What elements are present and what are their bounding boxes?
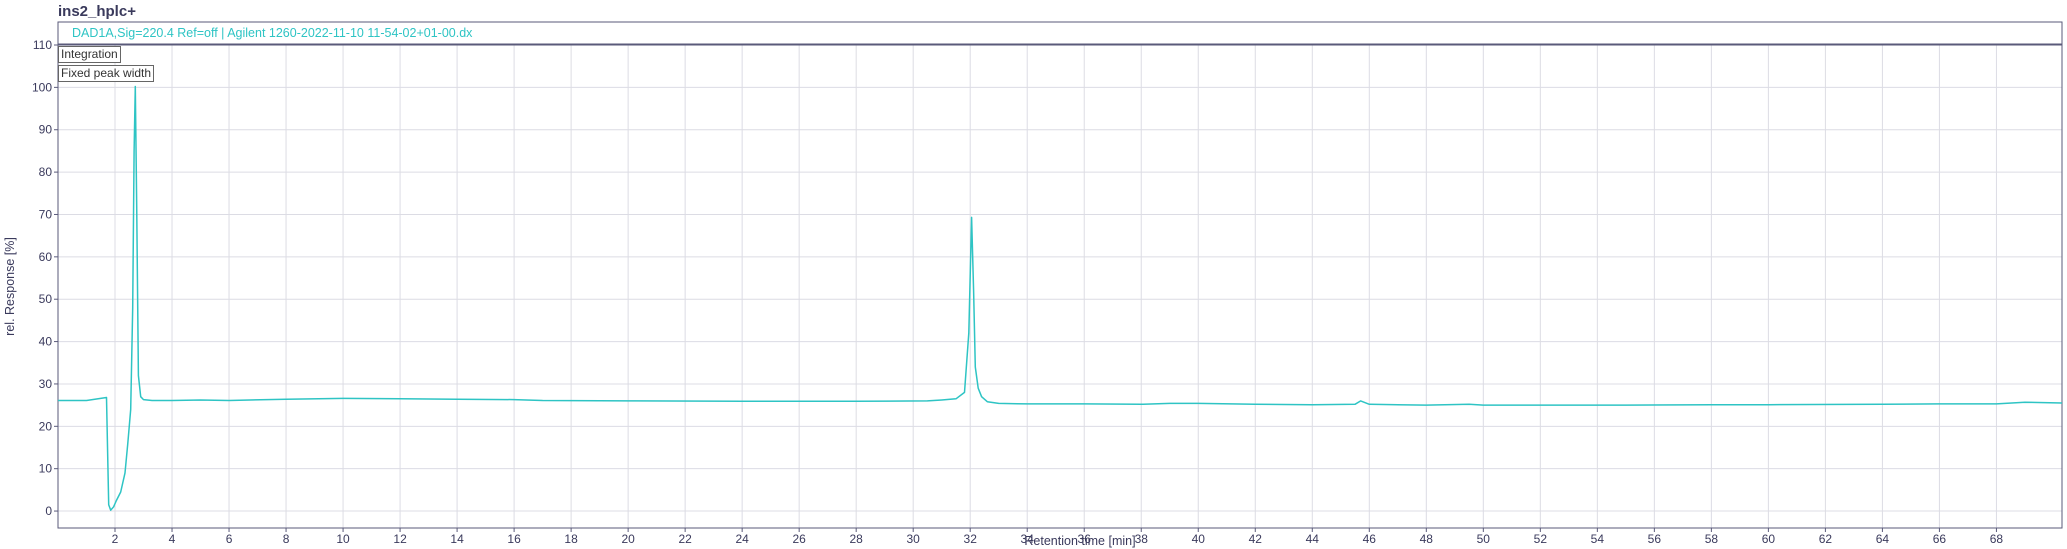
series-line — [58, 85, 2063, 511]
x-tick-label: 64 — [1876, 532, 1890, 546]
y-tick-label: 80 — [39, 165, 53, 179]
x-tick-label: 8 — [283, 532, 290, 546]
x-tick-label: 42 — [1249, 532, 1263, 546]
y-tick-label: 90 — [39, 123, 53, 137]
x-tick-label: 40 — [1192, 532, 1206, 546]
x-tick-label: 58 — [1705, 532, 1719, 546]
x-tick-label: 14 — [450, 532, 464, 546]
x-tick-label: 22 — [678, 532, 692, 546]
x-axis-label: Retention time [min] — [1024, 534, 1135, 548]
x-tick-label: 6 — [226, 532, 233, 546]
x-tick-label: 30 — [907, 532, 921, 546]
x-tick-label: 52 — [1534, 532, 1548, 546]
x-tick-label: 4 — [169, 532, 176, 546]
x-tick-label: 24 — [735, 532, 749, 546]
y-tick-label: 60 — [39, 250, 53, 264]
x-tick-label: 26 — [792, 532, 806, 546]
x-tick-label: 28 — [849, 532, 863, 546]
x-tick-label: 32 — [964, 532, 978, 546]
y-axis-label: rel. Response [%] — [3, 237, 17, 336]
y-tick-label: 30 — [39, 377, 53, 391]
y-tick-label: 40 — [39, 335, 53, 349]
plot-frame — [57, 44, 2063, 529]
x-tick-label: 48 — [1420, 532, 1434, 546]
x-tick-label: 2 — [112, 532, 119, 546]
x-tick-label: 60 — [1762, 532, 1776, 546]
integration-button[interactable]: Integration — [58, 46, 121, 63]
x-tick-label: 50 — [1477, 532, 1491, 546]
y-tick-label: 0 — [45, 504, 52, 518]
x-tick-label: 66 — [1933, 532, 1947, 546]
x-tick-label: 10 — [336, 532, 350, 546]
y-tick-label: 70 — [39, 207, 53, 221]
x-tick-label: 12 — [393, 532, 407, 546]
x-tick-label: 62 — [1819, 532, 1833, 546]
y-tick-label: 110 — [33, 38, 52, 52]
x-tick-label: 46 — [1363, 532, 1377, 546]
fixed-peak-width-button[interactable]: Fixed peak width — [58, 65, 155, 82]
x-tick-label: 18 — [564, 532, 578, 546]
x-tick-label: 68 — [1990, 532, 2004, 546]
y-tick-label: 10 — [39, 462, 53, 476]
y-tick-label: 20 — [39, 419, 53, 433]
x-tick-label: 44 — [1306, 532, 1320, 546]
y-tick-label: 50 — [39, 292, 53, 306]
legend-text: DAD1A,Sig=220.4 Ref=off | Agilent 1260-2… — [72, 26, 473, 40]
x-tick-label: 56 — [1648, 532, 1662, 546]
x-tick-label: 38 — [1135, 532, 1149, 546]
x-tick-label: 20 — [621, 532, 635, 546]
x-tick-label: 54 — [1591, 532, 1605, 546]
y-tick-label: 100 — [32, 80, 52, 94]
x-tick-label: 16 — [507, 532, 521, 546]
chromatogram-plot[interactable]: DAD1A,Sig=220.4 Ref=off | Agilent 1260-2… — [0, 0, 2067, 549]
